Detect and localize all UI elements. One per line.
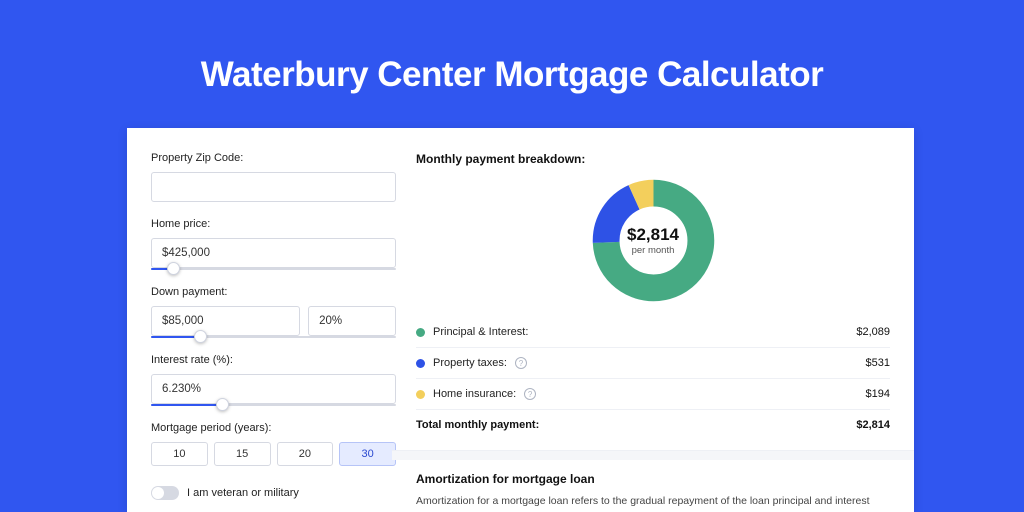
card-inner: Property Zip Code: Home price: Down paym… xyxy=(151,152,890,512)
legend-label: Home insurance: xyxy=(433,388,516,400)
zip-group: Property Zip Code: xyxy=(151,152,396,202)
period-btn-20[interactable]: 20 xyxy=(277,442,334,466)
legend-row-taxes: Property taxes: ? $531 xyxy=(416,348,890,379)
legend-left: Property taxes: ? xyxy=(416,357,527,369)
help-icon[interactable]: ? xyxy=(524,388,536,400)
help-icon[interactable]: ? xyxy=(515,357,527,369)
legend-amount: $531 xyxy=(866,357,890,369)
breakdown-title: Monthly payment breakdown: xyxy=(416,152,890,166)
section-divider xyxy=(392,450,914,460)
slider-fill xyxy=(151,404,222,406)
period-group: Mortgage period (years): 10 15 20 30 xyxy=(151,422,396,466)
legend-amount: $2,089 xyxy=(856,326,890,338)
period-row: 10 15 20 30 xyxy=(151,442,396,466)
legend-dot-icon xyxy=(416,359,425,368)
down-payment-percent-input[interactable] xyxy=(308,306,396,336)
slider-fill xyxy=(151,336,200,338)
interest-label: Interest rate (%): xyxy=(151,354,396,366)
down-payment-row xyxy=(151,306,396,336)
legend-row-insurance: Home insurance: ? $194 xyxy=(416,379,890,410)
veteran-toggle[interactable] xyxy=(151,486,179,500)
form-column: Property Zip Code: Home price: Down paym… xyxy=(151,152,396,500)
payment-donut-chart: $2,814 per month xyxy=(591,178,716,303)
down-payment-slider[interactable] xyxy=(151,336,396,338)
period-label: Mortgage period (years): xyxy=(151,422,396,434)
veteran-label: I am veteran or military xyxy=(187,487,299,499)
down-payment-group: Down payment: xyxy=(151,286,396,338)
zip-input[interactable] xyxy=(151,172,396,202)
legend-amount: $194 xyxy=(866,388,890,400)
down-payment-amount-input[interactable] xyxy=(151,306,300,336)
slider-thumb[interactable] xyxy=(167,262,180,275)
toggle-knob xyxy=(152,487,164,499)
amortization-text: Amortization for a mortgage loan refers … xyxy=(416,494,890,512)
period-btn-30[interactable]: 30 xyxy=(339,442,396,466)
veteran-row: I am veteran or military xyxy=(151,486,396,500)
donut-center: $2,814 per month xyxy=(591,178,716,303)
total-amount: $2,814 xyxy=(856,419,890,431)
donut-amount: $2,814 xyxy=(627,225,679,245)
interest-group: Interest rate (%): xyxy=(151,354,396,406)
home-price-label: Home price: xyxy=(151,218,396,230)
legend-total-row: Total monthly payment: $2,814 xyxy=(416,410,890,440)
home-price-group: Home price: xyxy=(151,218,396,270)
legend-label: Principal & Interest: xyxy=(433,326,528,338)
page-title: Waterbury Center Mortgage Calculator xyxy=(0,0,1024,95)
period-btn-10[interactable]: 10 xyxy=(151,442,208,466)
amortization-title: Amortization for mortgage loan xyxy=(416,472,890,486)
interest-input[interactable] xyxy=(151,374,396,404)
legend-left: Principal & Interest: xyxy=(416,326,528,338)
legend-dot-icon xyxy=(416,328,425,337)
calculator-card: Property Zip Code: Home price: Down paym… xyxy=(127,128,914,512)
home-price-slider[interactable] xyxy=(151,268,396,270)
slider-thumb[interactable] xyxy=(216,398,229,411)
page-background: Waterbury Center Mortgage Calculator Pro… xyxy=(0,0,1024,512)
breakdown-column: Monthly payment breakdown: $2,814 per mo… xyxy=(416,152,890,512)
donut-wrap: $2,814 per month xyxy=(416,174,890,317)
legend-left: Home insurance: ? xyxy=(416,388,536,400)
home-price-input[interactable] xyxy=(151,238,396,268)
zip-label: Property Zip Code: xyxy=(151,152,396,164)
period-btn-15[interactable]: 15 xyxy=(214,442,271,466)
slider-thumb[interactable] xyxy=(194,330,207,343)
interest-slider[interactable] xyxy=(151,404,396,406)
legend-row-principal: Principal & Interest: $2,089 xyxy=(416,317,890,348)
legend-label: Property taxes: xyxy=(433,357,507,369)
total-label: Total monthly payment: xyxy=(416,419,539,431)
down-payment-label: Down payment: xyxy=(151,286,396,298)
legend-dot-icon xyxy=(416,390,425,399)
donut-sub: per month xyxy=(632,245,675,256)
